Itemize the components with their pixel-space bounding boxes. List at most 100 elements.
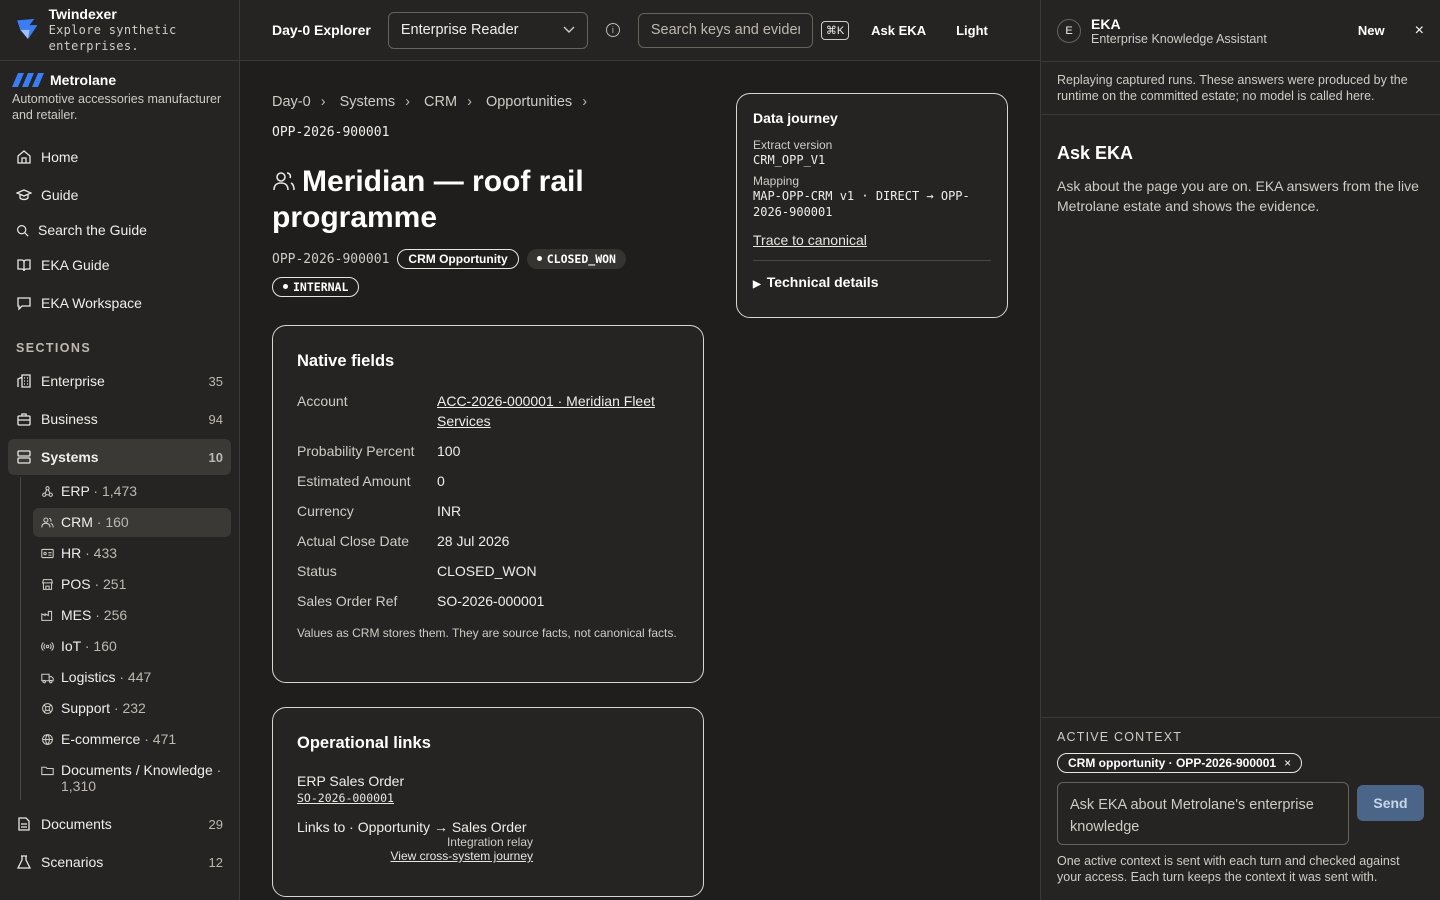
breadcrumb-current: OPP-2026-900001 [272, 125, 390, 140]
search-input[interactable] [650, 22, 800, 38]
systems-item-name: E-commerce [61, 731, 141, 747]
remove-context-icon[interactable]: × [1284, 756, 1291, 770]
new-conversation-button[interactable]: New [1358, 23, 1385, 38]
ask-eka-button[interactable]: Ask EKA [871, 23, 926, 38]
nav-home[interactable]: Home [8, 139, 231, 175]
systems-item-count: · 256 [91, 607, 128, 623]
systems-item-mes[interactable]: MES · 256 [33, 601, 231, 630]
section-documents-label: Documents [41, 816, 112, 832]
breadcrumb-chevron-icon: › [405, 94, 410, 110]
lifebuoy-icon [42, 703, 53, 714]
send-button[interactable]: Send [1357, 785, 1424, 821]
section-scenarios-label: Scenarios [41, 854, 104, 870]
type-badge: CRM Opportunity [397, 249, 519, 269]
org-name: Metrolane [50, 72, 117, 88]
store-icon [41, 579, 54, 590]
systems-item-logistics[interactable]: Logistics · 447 [33, 663, 231, 692]
native-field-label: Sales Order Ref [297, 593, 398, 609]
data-journey-title: Data journey [753, 110, 838, 126]
systems-item-support[interactable]: Support · 232 [33, 694, 231, 723]
sidebar: Twindexer Explore synthetic enterprises.… [0, 0, 240, 900]
signal-icon [41, 642, 54, 651]
section-scenarios[interactable]: Scenarios 12 [8, 844, 231, 880]
systems-item-name: POS [61, 576, 91, 592]
systems-item-iot[interactable]: IoT · 160 [33, 632, 231, 661]
theme-toggle-button[interactable]: Light [956, 23, 988, 38]
operational-links-card: Operational links ERP Sales Order SO-202… [272, 707, 704, 897]
eka-question-input[interactable] [1057, 782, 1349, 845]
native-fields-title: Native fields [297, 352, 395, 370]
erp-sales-order-title: ERP Sales Order [297, 773, 405, 789]
systems-item-count: · 160 [80, 638, 117, 654]
mapping-value: MAP-OPP-CRM v1 · DIRECT → OPP-2026-90000… [753, 189, 970, 219]
systems-item-count: · 471 [140, 731, 177, 747]
users-icon [273, 172, 295, 191]
nav-search-guide[interactable]: Search the Guide [8, 213, 231, 247]
sections-heading: SECTIONS [16, 341, 92, 355]
systems-item-label: CRM · 160 [61, 514, 129, 530]
nav-guide[interactable]: Guide [8, 177, 231, 213]
org-description: Automotive accessories manufacturer and … [12, 92, 222, 122]
native-field-label: Estimated Amount [297, 473, 411, 489]
page-title: Meridian — roof rail programme [272, 164, 672, 236]
nav-eka-workspace[interactable]: EKA Workspace [8, 285, 231, 321]
section-systems-count: 10 [208, 449, 223, 465]
technical-details-toggle[interactable]: ▶ Technical details [753, 274, 991, 290]
metrolane-logo-icon [12, 73, 44, 87]
org-header: Metrolane Automotive accessories manufac… [0, 61, 239, 123]
ask-eka-description: Ask about the page you are on. EKA answe… [1057, 178, 1419, 214]
systems-item-label: HR · 433 [61, 545, 117, 561]
graduation-cap-icon [16, 189, 32, 201]
flask-icon [16, 855, 32, 869]
trace-to-canonical-link[interactable]: Trace to canonical [753, 232, 867, 248]
extract-version-label: Extract version [753, 138, 833, 152]
factory-icon [41, 610, 53, 621]
native-field-label: Probability Percent [297, 443, 415, 459]
divider [753, 260, 991, 261]
section-business[interactable]: Business 94 [8, 401, 231, 437]
eka-panel-header: E EKA Enterprise Knowledge Assistant New… [1041, 0, 1440, 62]
brand-header[interactable]: Twindexer Explore synthetic enterprises. [0, 0, 239, 61]
systems-item-name: IoT [61, 638, 81, 654]
breadcrumb-day0[interactable]: Day-0 [272, 94, 311, 110]
systems-item-hr[interactable]: HR · 433 [33, 539, 231, 568]
account-link[interactable]: ACC-2026-000001 · Meridian Fleet Service… [437, 391, 679, 431]
nav-eka-guide[interactable]: EKA Guide [8, 247, 231, 283]
breadcrumb-systems[interactable]: Systems [340, 94, 396, 110]
book-icon [17, 259, 31, 272]
briefcase-icon [17, 413, 31, 426]
breadcrumb-crm[interactable]: CRM [424, 94, 457, 110]
systems-item-erp[interactable]: ERP · 1,473 [33, 477, 231, 506]
twindexer-logo-icon [17, 18, 38, 40]
systems-item-e-commerce[interactable]: E-commerce · 471 [33, 725, 231, 754]
active-context-chip: CRM opportunity · OPP-2026-900001 × [1057, 753, 1303, 773]
ask-eka-heading: Ask EKA [1057, 143, 1134, 163]
eka-panel-subtitle: Enterprise Knowledge Assistant [1091, 31, 1267, 46]
native-field-row: Probability Percent 100 [297, 441, 679, 461]
document-icon [18, 817, 30, 831]
close-icon[interactable]: × [1415, 22, 1424, 40]
native-fields-note: Values as CRM stores them. They are sour… [297, 626, 677, 640]
status-badge: CLOSED_WON [526, 249, 626, 269]
primary-nav: Home Guide Search the Guide EKA Guide EK… [0, 139, 239, 321]
systems-subnav: ERP · 1,473 CRM · 160 HR · 433 POS · 251 MES… [20, 477, 239, 800]
section-documents[interactable]: Documents 29 [8, 806, 231, 842]
native-field-label: Actual Close Date [297, 533, 410, 549]
native-field-value: CLOSED_WON [437, 563, 537, 579]
systems-item-pos[interactable]: POS · 251 [33, 570, 231, 599]
systems-item-crm[interactable]: CRM · 160 [33, 508, 231, 537]
breadcrumb-opportunities[interactable]: Opportunities [486, 94, 572, 110]
cross-system-journey-link[interactable]: View cross-system journey [297, 849, 534, 863]
info-icon[interactable]: i [605, 23, 620, 37]
classification-badge: INTERNAL [272, 277, 360, 297]
systems-item-documents-knowledge[interactable]: Documents / Knowledge · 1,310 [33, 756, 231, 800]
network-icon [42, 486, 53, 497]
search-icon [17, 224, 29, 237]
active-context-chip-label: CRM opportunity · OPP-2026-900001 [1068, 756, 1277, 770]
section-systems[interactable]: Systems 10 [8, 439, 231, 475]
systems-item-name: HR [61, 545, 82, 561]
section-enterprise[interactable]: Enterprise 35 [8, 363, 231, 399]
context-footer-note: One active context is sent with each tur… [1057, 854, 1400, 884]
erp-sales-order-link[interactable]: SO-2026-000001 [297, 791, 394, 805]
persona-select[interactable]: Enterprise Reader [387, 11, 588, 49]
